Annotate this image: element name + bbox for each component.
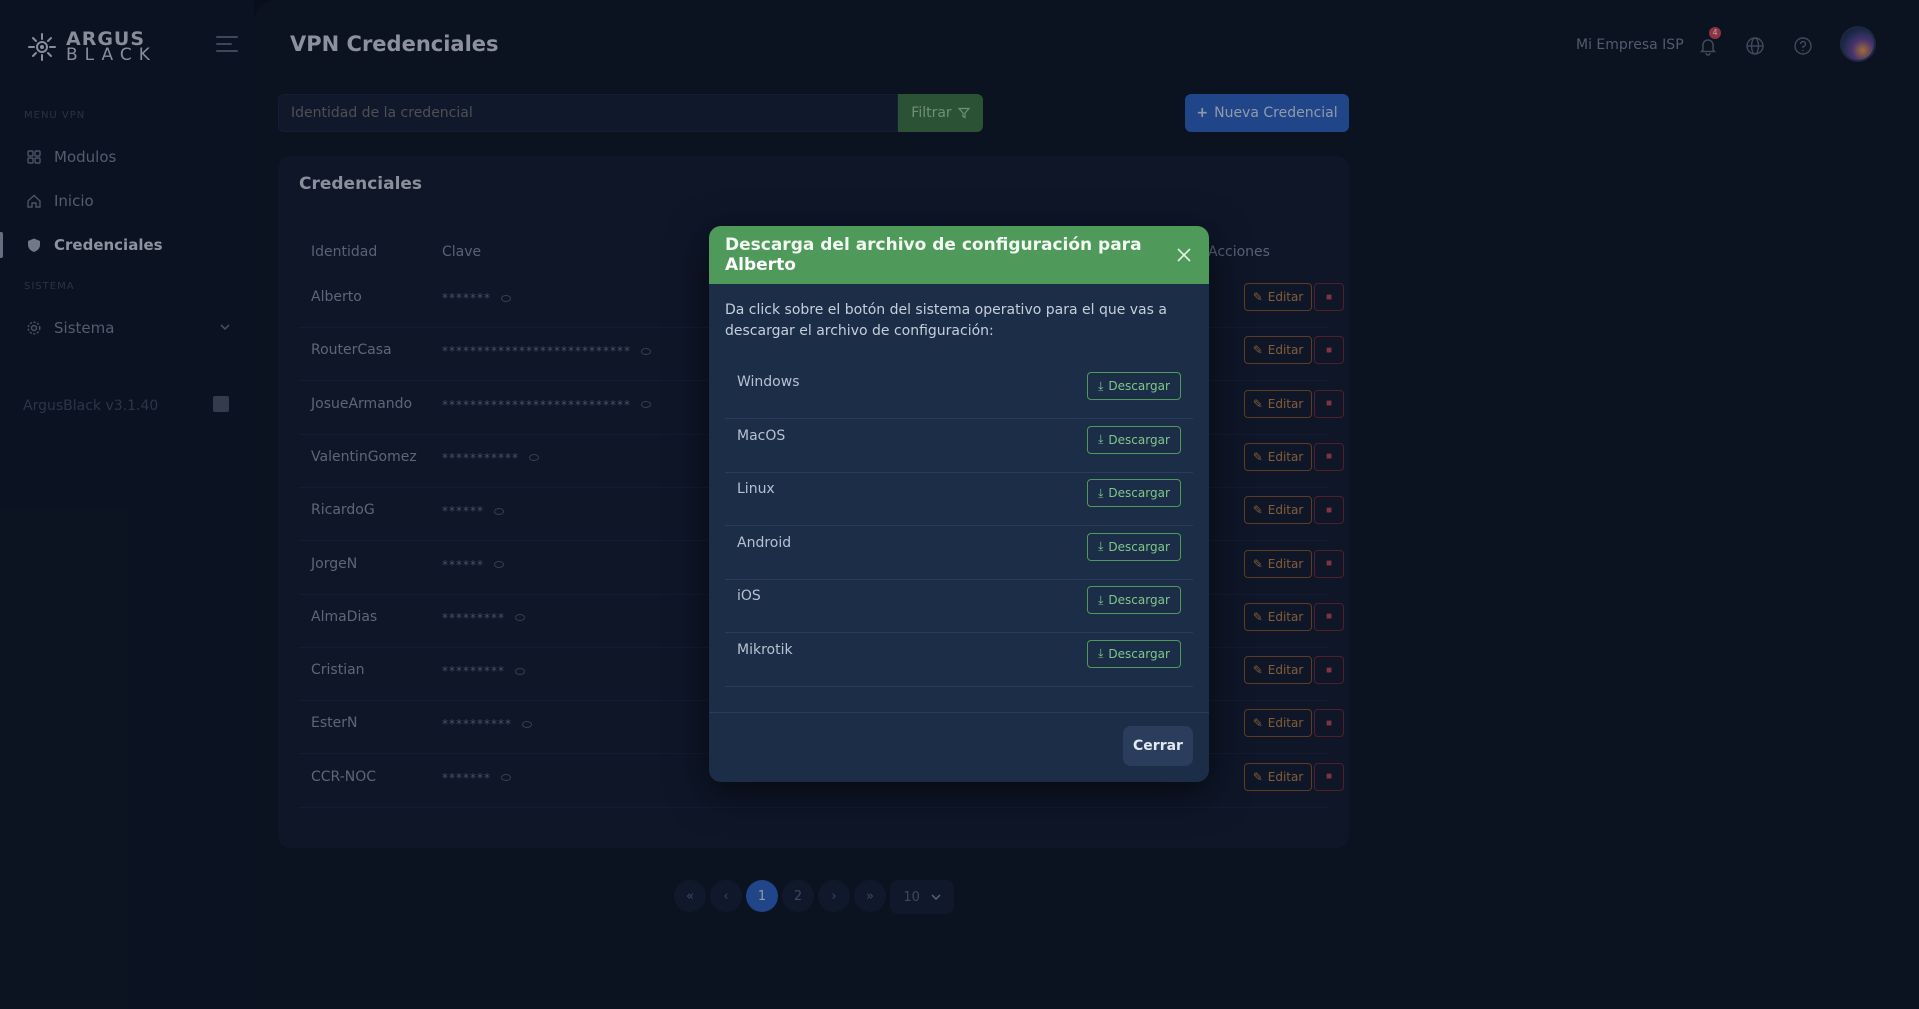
download-button[interactable]: ⤓ Descargar [1087, 639, 1181, 668]
download-button[interactable]: ⤓ Descargar [1087, 425, 1181, 454]
os-name: MacOS [737, 427, 786, 444]
os-row-mikrotik: Mikrotik ⤓ Descargar [725, 634, 1193, 687]
download-label: Descargar [1108, 379, 1170, 393]
os-row-linux: Linux ⤓ Descargar [725, 473, 1193, 526]
download-config-modal: Descarga del archivo de configuración pa… [709, 226, 1209, 782]
os-name: iOS [737, 588, 761, 604]
os-row-macos: MacOS ⤓ Descargar [725, 420, 1193, 473]
modal-header: Descarga del archivo de configuración pa… [709, 226, 1209, 284]
modal-description: Da click sobre el botón del sistema oper… [725, 302, 1167, 339]
os-row-ios: iOS ⤓ Descargar [725, 580, 1193, 633]
os-name: Windows [737, 374, 800, 390]
close-button[interactable]: Cerrar [1123, 726, 1193, 766]
download-label: Descargar [1108, 486, 1170, 500]
download-button[interactable]: ⤓ Descargar [1087, 586, 1181, 614]
os-name: Linux [737, 481, 775, 497]
download-icon: ⤓ [1098, 646, 1104, 660]
os-row-android: Android ⤓ Descargar [725, 527, 1193, 580]
download-button[interactable]: ⤓ Descargar [1087, 372, 1181, 400]
download-label: Descargar [1108, 539, 1170, 554]
download-label: Descargar [1108, 646, 1170, 661]
download-icon: ⤓ [1098, 378, 1104, 393]
modal-title-prefix: Descarga del archivo de configuración pa… [725, 235, 1142, 255]
download-button[interactable]: ⤓ Descargar [1087, 532, 1181, 561]
os-name: Mikrotik [737, 641, 793, 658]
close-icon[interactable] [1175, 246, 1193, 264]
download-label: Descargar [1108, 593, 1170, 607]
download-button[interactable]: ⤓ Descargar [1087, 479, 1181, 507]
download-icon: ⤓ [1098, 592, 1104, 607]
download-icon: ⤓ [1098, 432, 1104, 446]
modal-title-name: Alberto [725, 255, 796, 275]
modal-footer-divider [709, 712, 1209, 713]
modal-title: Descarga del archivo de configuración pa… [725, 235, 1209, 275]
download-icon: ⤓ [1098, 485, 1104, 500]
download-label: Descargar [1108, 432, 1170, 447]
os-row-windows: Windows ⤓ Descargar [725, 366, 1193, 419]
download-icon: ⤓ [1098, 539, 1104, 553]
os-name: Android [737, 534, 792, 551]
